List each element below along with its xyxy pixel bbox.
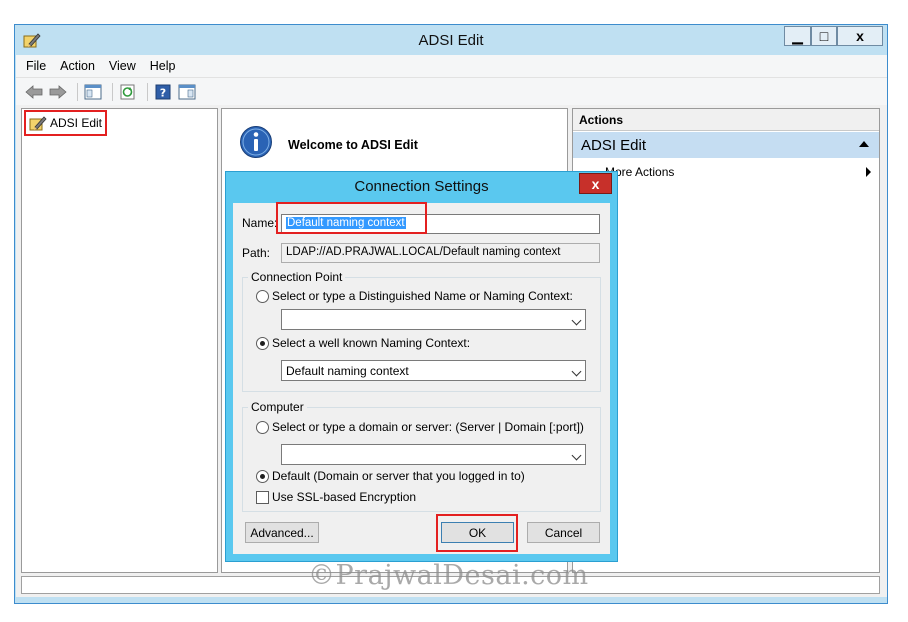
title-bar[interactable]: ADSI Edit ▁ □ x — [15, 25, 887, 55]
actions-pane: Actions ADSI Edit More Actions — [572, 108, 880, 573]
computer-title: Computer — [248, 400, 307, 414]
help-icon[interactable]: ? — [153, 82, 173, 102]
console-tree-pane: ADSI Edit — [21, 108, 218, 573]
dialog-close-button[interactable]: x — [579, 173, 612, 194]
connection-point-title: Connection Point — [248, 270, 346, 284]
tree-item-label: ADSI Edit — [50, 116, 103, 130]
actions-group-label: ADSI Edit — [581, 137, 647, 154]
close-window-button[interactable]: x — [837, 26, 883, 46]
refresh-icon[interactable] — [118, 82, 138, 102]
welcome-heading: Welcome to ADSI Edit — [288, 138, 418, 152]
radio-distinguished-name[interactable] — [256, 290, 269, 303]
menu-help[interactable]: Help — [150, 59, 176, 73]
chevron-down-icon — [571, 366, 582, 377]
toolbar: ? — [16, 77, 887, 105]
collapse-up-icon[interactable] — [859, 141, 869, 147]
back-arrow-icon[interactable] — [24, 82, 44, 102]
maximize-button[interactable]: □ — [811, 26, 837, 46]
toolbar-separator — [147, 82, 148, 101]
actions-header: Actions — [573, 109, 879, 131]
well-known-context-value: Default naming context — [286, 364, 409, 378]
dialog-title: Connection Settings — [354, 178, 489, 195]
domain-or-server-combo[interactable] — [281, 444, 586, 465]
tree-item-adsi-edit[interactable]: ADSI Edit — [24, 110, 107, 136]
highlight-name-field — [276, 202, 427, 234]
menu-bar: File Action View Help — [16, 55, 887, 77]
actions-group-adsi-edit[interactable]: ADSI Edit — [573, 132, 879, 158]
chevron-down-icon — [571, 315, 582, 326]
dialog-body: Name: Default naming context Path: LDAP:… — [233, 202, 610, 554]
watermark-text: ©PrajwalDesai.com — [308, 560, 589, 591]
toolbar-separator — [77, 82, 78, 101]
option-well-known-context-label: Select a well known Naming Context: — [272, 336, 471, 350]
distinguished-name-combo[interactable] — [281, 309, 586, 330]
ssl-encryption-checkbox[interactable] — [256, 491, 269, 504]
path-field: LDAP://AD.PRAJWAL.LOCAL/Default naming c… — [281, 243, 600, 263]
highlight-ok-button — [436, 514, 518, 552]
option-default-server-label: Default (Domain or server that you logge… — [272, 469, 525, 483]
menu-file[interactable]: File — [26, 59, 46, 73]
adsi-edit-node-icon — [29, 115, 47, 131]
radio-domain-or-server[interactable] — [256, 421, 269, 434]
name-label: Name: — [242, 216, 278, 230]
window-title: ADSI Edit — [418, 32, 484, 49]
menu-action[interactable]: Action — [60, 59, 95, 73]
info-icon — [239, 125, 273, 159]
show-hide-console-tree-icon[interactable] — [83, 82, 103, 102]
toolbar-separator — [112, 82, 113, 101]
radio-well-known-context[interactable] — [256, 337, 269, 350]
ssl-encryption-label: Use SSL-based Encryption — [272, 490, 417, 504]
chevron-down-icon — [571, 450, 582, 461]
radio-default-server[interactable] — [256, 470, 269, 483]
submenu-arrow-icon — [866, 167, 871, 177]
option-domain-or-server-label: Select or type a domain or server: (Serv… — [272, 420, 584, 434]
forward-arrow-icon[interactable] — [48, 82, 68, 102]
svg-text:?: ? — [160, 86, 166, 99]
path-label: Path: — [242, 246, 271, 260]
action-pane-icon[interactable] — [177, 82, 197, 102]
cancel-button[interactable]: Cancel — [527, 522, 600, 543]
advanced-button[interactable]: Advanced... — [245, 522, 319, 543]
well-known-context-select[interactable]: Default naming context — [281, 360, 586, 381]
menu-view[interactable]: View — [109, 59, 136, 73]
connection-settings-dialog: Connection Settings x Name: Default nami… — [225, 171, 618, 562]
option-distinguished-name-label: Select or type a Distinguished Name or N… — [272, 289, 573, 303]
minimize-button[interactable]: ▁ — [784, 26, 811, 46]
